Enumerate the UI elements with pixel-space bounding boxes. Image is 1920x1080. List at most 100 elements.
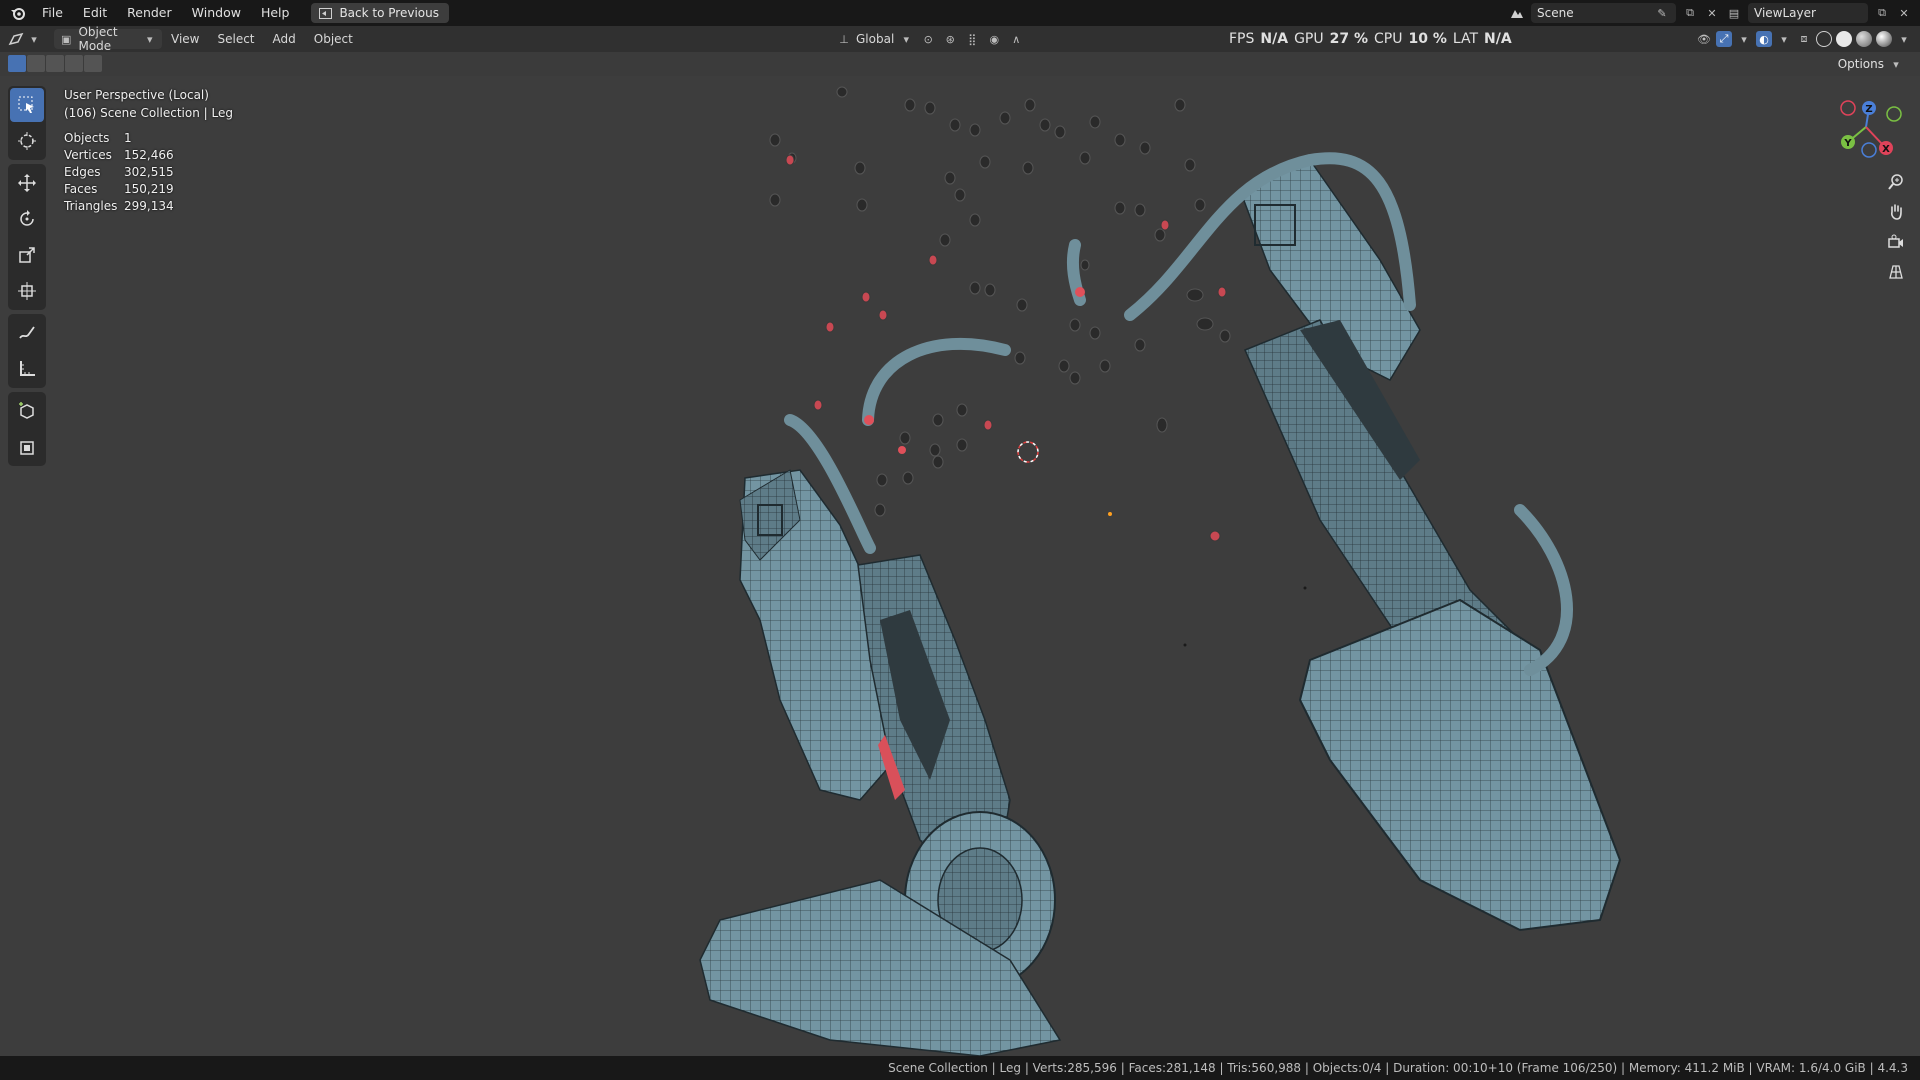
pivot-point-icon[interactable]: ⊙ (920, 31, 936, 47)
object-mode-dropdown[interactable]: ▣ Object Mode ▾ (54, 25, 162, 53)
delete-view-layer-icon[interactable]: ✕ (1896, 5, 1912, 21)
options-dropdown[interactable]: Options ▾ (1830, 55, 1912, 73)
right-leg-mesh[interactable] (1239, 159, 1622, 932)
chevron-down-icon[interactable]: ▾ (1736, 31, 1752, 47)
menu-edit[interactable]: Edit (73, 0, 117, 26)
select-box-tool-icon[interactable] (10, 88, 44, 122)
lat-value: N/A (1484, 31, 1512, 47)
left-leg-mesh[interactable] (699, 469, 1062, 1056)
fps-value: N/A (1260, 31, 1289, 47)
chevron-down-icon[interactable]: ▾ (1896, 31, 1912, 47)
cpu-label: CPU (1374, 31, 1403, 47)
camera-view-icon[interactable] (1882, 228, 1910, 256)
menu-window[interactable]: Window (182, 0, 251, 26)
add-object-tool-icon[interactable] (10, 430, 44, 464)
stat-value: 152,466 (124, 148, 174, 162)
viewport-header: ▾ ▣ Object Mode ▾ View Select Add Object… (0, 25, 1920, 53)
back-to-previous-button[interactable]: Back to Previous (311, 3, 449, 23)
delete-scene-icon[interactable]: ✕ (1704, 5, 1720, 21)
menu-select[interactable]: Select (208, 26, 263, 52)
perspective-ortho-grid-icon[interactable] (1882, 258, 1910, 286)
menu-view[interactable]: View (162, 26, 208, 52)
cpu-value: 10 % (1408, 31, 1447, 47)
zoom-icon[interactable] (1882, 168, 1910, 196)
menu-add[interactable]: Add (264, 26, 305, 52)
snap-toggle-icon[interactable]: ⊛ (942, 31, 958, 47)
stat-label: Vertices (64, 148, 112, 162)
chevron-down-icon[interactable]: ▾ (1776, 31, 1792, 47)
stat-label: Faces (64, 182, 98, 196)
select-intersect-icon[interactable] (84, 55, 102, 72)
add-cube-tool-icon[interactable] (10, 394, 44, 428)
orientation-axes-icon: ⊥ (839, 32, 849, 46)
select-invert-icon[interactable] (65, 55, 83, 72)
measure-tool-icon[interactable] (10, 352, 44, 386)
scene-name: Scene (1537, 6, 1574, 20)
stat-label: Triangles (64, 199, 118, 213)
stat-value: 150,219 (124, 182, 174, 196)
gizmo-z-label: Z (1865, 104, 1872, 115)
annotate-tool-icon[interactable] (10, 316, 44, 350)
blender-logo-icon[interactable] (4, 0, 32, 26)
gizmo-y-label: Y (1843, 138, 1852, 149)
select-subtract-icon[interactable] (46, 55, 64, 72)
menu-object[interactable]: Object (305, 26, 362, 52)
transform-tool-icon[interactable] (10, 274, 44, 308)
proportional-editing-icon[interactable]: ◉ (986, 31, 1002, 47)
navigation-gizmo[interactable]: Z Y X (1826, 94, 1906, 164)
stat-row: Vertices 152,466 (64, 147, 233, 164)
rendered-shading-icon[interactable] (1876, 31, 1892, 47)
wireframe-shading-icon[interactable] (1816, 31, 1832, 47)
new-view-layer-icon[interactable]: ⧉ (1874, 5, 1890, 21)
transform-orientation-dropdown[interactable]: ⊥ Global ▾ (836, 31, 914, 47)
3d-viewport-icon (8, 31, 24, 47)
chevron-down-icon: ▾ (146, 32, 153, 46)
rotate-tool-icon[interactable] (10, 202, 44, 236)
menu-file[interactable]: File (32, 0, 73, 26)
view-name: User Perspective (Local) (64, 88, 209, 102)
3d-cursor[interactable] (1017, 441, 1039, 463)
move-tool-icon[interactable] (10, 166, 44, 200)
select-extend-icon[interactable] (27, 55, 45, 72)
scene-icon[interactable] (1509, 5, 1525, 21)
pin-icon[interactable]: ✎ (1654, 5, 1670, 21)
view-layer-selector[interactable]: ViewLayer (1748, 3, 1868, 23)
scene-selector[interactable]: Scene ✎ (1531, 3, 1676, 23)
scale-tool-icon[interactable] (10, 238, 44, 272)
gpu-value: 27 % (1329, 31, 1368, 47)
lat-label: LAT (1452, 31, 1479, 47)
select-new-icon[interactable] (8, 55, 26, 72)
viewport-info-overlay: User Perspective (Local) (106) Scene Col… (64, 86, 233, 215)
pan-hand-icon[interactable] (1882, 198, 1910, 226)
stat-row: Objects 1 (64, 130, 233, 147)
falloff-icon[interactable]: ∧ (1008, 31, 1024, 47)
snap-target-icon[interactable]: ⣿ (964, 31, 980, 47)
object-mode-icon: ▣ (61, 32, 72, 46)
floating-bolts (694, 57, 1231, 517)
chevron-down-icon: ▾ (31, 32, 37, 46)
performance-readout: FPS N/A GPU 27 % CPU 10 % LAT N/A (1229, 26, 1512, 52)
stat-value: 299,134 (124, 199, 174, 213)
material-shading-icon[interactable] (1856, 31, 1872, 47)
view-layer-icon[interactable]: ▤ (1726, 5, 1742, 21)
new-scene-icon[interactable]: ⧉ (1682, 5, 1698, 21)
object-mode-label: Object Mode (78, 25, 118, 53)
overlays-toggle-icon[interactable]: ◐ (1756, 31, 1772, 47)
cursor-tool-icon[interactable] (10, 124, 44, 158)
solid-shading-icon[interactable] (1836, 31, 1852, 47)
visibility-eye-icon[interactable]: 👁 (1696, 31, 1712, 47)
xray-toggle-icon[interactable]: ⧈ (1796, 31, 1812, 47)
gizmo-toggle-icon[interactable]: ⤢ (1716, 31, 1732, 47)
orientation-label: Global (856, 32, 895, 46)
chevron-down-icon: ▾ (1893, 57, 1899, 71)
3d-viewport[interactable] (0, 52, 1920, 1056)
viewport-scene (694, 57, 1622, 1056)
stat-label: Edges (64, 165, 101, 179)
menu-render[interactable]: Render (117, 0, 182, 26)
options-label: Options (1837, 57, 1884, 71)
top-menu-bar: File Edit Render Window Help Back to Pre… (0, 0, 1920, 26)
menu-help[interactable]: Help (251, 0, 300, 26)
screen-back-icon (317, 5, 333, 21)
cable-caps (864, 287, 1085, 454)
editor-type-selector[interactable]: ▾ (8, 29, 52, 49)
